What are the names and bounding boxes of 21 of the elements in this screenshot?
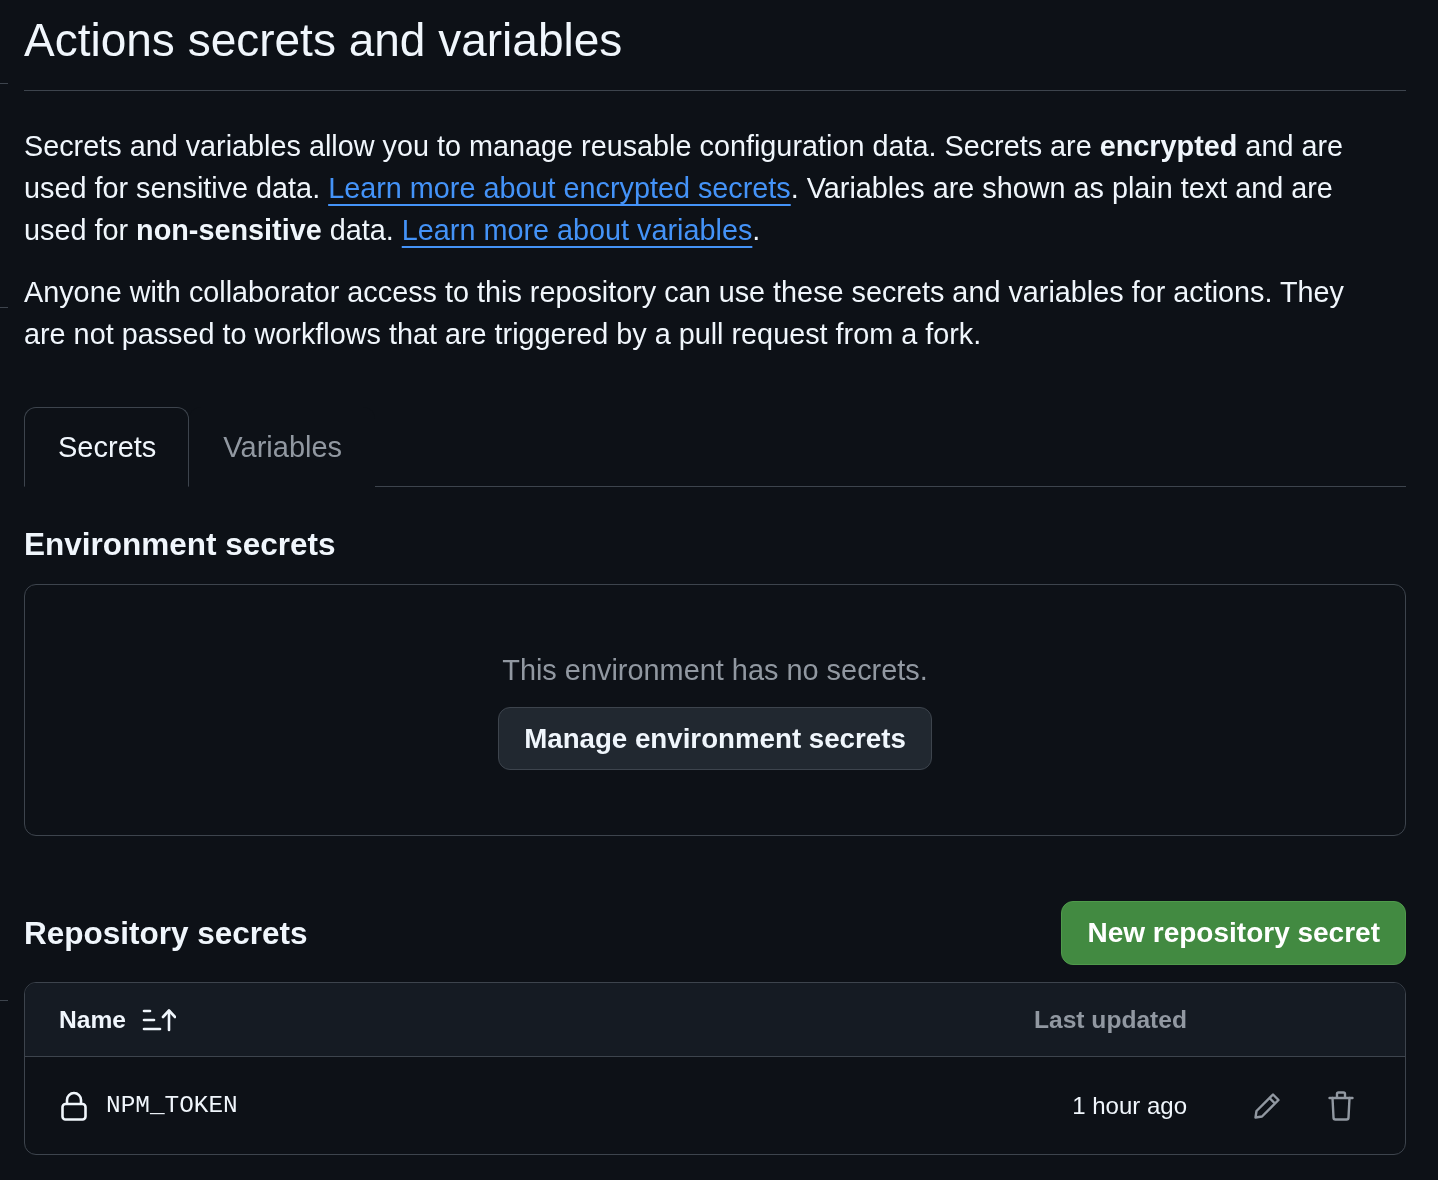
pencil-icon <box>1253 1091 1281 1120</box>
learn-more-link[interactable]: Learn more about encrypted secrets <box>328 172 791 204</box>
trash-icon <box>1328 1090 1354 1121</box>
description-text: Secrets and variables allow you to manage reusable configuration data. Secrets are encrypted and are used for sensitive data. Learn more about encrypted secrets. Variables are shown as plain text and are used for non-sensitive data. Learn more about variables. <box>24 129 1345 248</box>
page-title: Actions secrets and variables <box>24 13 624 68</box>
secret-name: NPM_TOKEN <box>106 1092 238 1119</box>
description-text: Anyone with collaborator access to this repository can use these secrets and variables for actions. They are not passed to workflows that are triggered by a pull request from a fork. <box>24 275 1345 352</box>
delete-button[interactable] <box>1326 1090 1356 1121</box>
new-secret-button[interactable]: New repository secret <box>1061 901 1406 965</box>
sort-ascending-icon[interactable] <box>142 1007 176 1032</box>
last-updated-text: 1 hour ago <box>1072 1091 1187 1120</box>
tab[interactable]: Secrets <box>24 407 190 487</box>
section-heading: Repository secrets <box>24 914 308 953</box>
learn-more-link[interactable]: Learn more about variables <box>401 214 753 246</box>
section-heading: Environment secrets <box>24 525 337 564</box>
column-header: Last updated <box>1033 1005 1187 1034</box>
lock-icon <box>61 1090 87 1121</box>
column-header[interactable]: Name <box>59 1005 126 1034</box>
manage-environment-secrets-button[interactable]: Manage environment secrets <box>498 707 932 770</box>
empty-state-text: This environment has no secrets. <box>502 653 928 688</box>
edit-button[interactable] <box>1252 1090 1282 1121</box>
